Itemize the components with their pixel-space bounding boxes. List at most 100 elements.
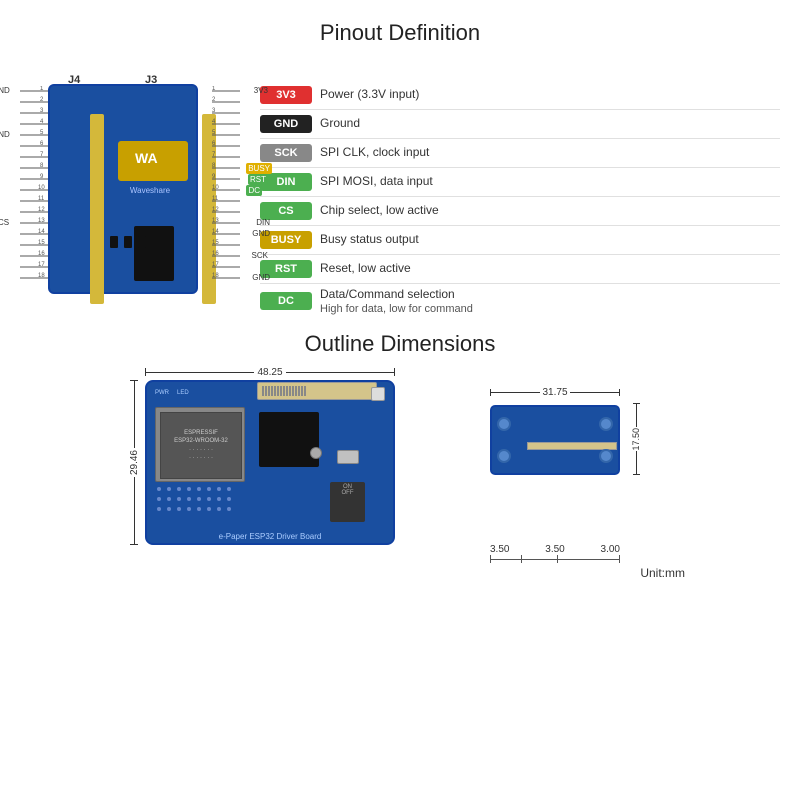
gnd-label-1: GND [0,86,10,95]
esp32-module: ESPRESSIFESP32-WROOM-32· · · · · · ·· · … [155,407,245,482]
right-pin-lines-svg: 1 2 3 4 5 6 7 8 [210,86,240,286]
dim-bottom-lines [490,555,620,563]
outline-title: Outline Dimensions [305,331,496,357]
signal-row-3v3: 3V3 Power (3.3V input) [260,84,780,106]
left-pin-lines-svg: 1 2 3 4 5 6 7 8 [20,86,50,286]
desc-sck: SPI CLK, clock input [320,145,429,161]
outline-section: Outline Dimensions 48.25 29.46 [20,331,780,585]
dim-conn-width: 31.75 [490,387,620,398]
fpc-top-connector [257,382,377,400]
pcb-board-label: e-Paper ESP32 Driver Board [219,532,322,541]
dim-bottom-mid: 3.50 [545,544,564,555]
pwr-label: PWR [155,390,169,396]
signal-row-sck: SCK SPI CLK, clock input [260,142,780,164]
signal-row-gnd: GND Ground [260,113,780,135]
busy-label-right: BUSY [246,163,272,174]
cs-label: CS [0,218,9,227]
mount-hole-bl [497,449,511,463]
left-pins: GND GND CS 1 2 3 4 [20,86,50,291]
left-connector-bar [90,114,104,304]
badge-sck: SCK [260,144,312,162]
dim-bottom-right: 3.00 [601,544,620,555]
svg-text:14: 14 [38,229,45,235]
svg-text:14: 14 [212,229,219,235]
svg-text:18: 18 [38,273,45,279]
svg-text:18: 18 [212,273,219,279]
dim-width-label: 48.25 [254,367,285,378]
din-label-right: DIN [256,218,270,227]
badge-gnd: GND [260,115,312,133]
desc-busy: Busy status output [320,232,419,248]
switch-area: ONOFF [330,482,365,522]
sck-label-right: SCK [252,251,268,260]
led-label: LED [177,390,189,396]
en-button [310,447,322,459]
dim-bottom-row: 3.50 3.50 3.00 [490,544,620,555]
usb-port [337,450,359,464]
ic-main [259,412,319,467]
mount-hole-tr [599,417,613,431]
rst-label-right: RST [248,174,268,185]
mount-hole-br [599,449,613,463]
svg-text:16: 16 [212,251,219,257]
sep6 [260,254,780,255]
dim-height-pcb: 29.46 [127,380,141,545]
board-body: WA Waveshare [48,84,198,294]
board-diagram: J4 J3 WA Waveshare [20,56,240,316]
svg-text:13: 13 [212,218,219,224]
dim-conn-width-label: 31.75 [540,387,569,398]
svg-text:12: 12 [38,207,45,213]
desc-gnd: Ground [320,116,360,132]
outline-diagrams: 48.25 29.46 PWR LED [20,365,780,585]
boot-button [371,387,385,401]
svg-text:16: 16 [38,251,45,257]
svg-text:11: 11 [38,196,45,202]
mount-hole-tl [497,417,511,431]
connector-side-view: 31.75 17.50 [465,385,685,585]
dim-height-label: 29.46 [129,448,140,477]
pinout-title: Pinout Definition [320,20,480,46]
esp-text: ESPRESSIFESP32-WROOM-32· · · · · · ·· · … [174,429,228,463]
sep1 [260,109,780,110]
gnd-label-5: GND [0,130,10,139]
signal-row-busy: BUSY Busy status output [260,229,780,251]
signal-row-cs: CS Chip select, low active [260,200,780,222]
desc-din: SPI MOSI, data input [320,174,433,190]
dim-conn-height-label: 17.50 [631,427,641,452]
desc-3v3: Power (3.3V input) [320,87,419,103]
sep7 [260,283,780,284]
esp32-inner: ESPRESSIFESP32-WROOM-32· · · · · · ·· · … [160,412,242,479]
pinout-section: Pinout Definition J4 J3 WA [20,20,780,326]
header-pins-dots [157,487,235,515]
signal-row-rst: RST Reset, low active [260,258,780,280]
dim-width-pcb: 48.25 [145,365,395,379]
waveshare-text: Waveshare [110,186,190,195]
desc-rst: Reset, low active [320,261,411,277]
dc-label-right: DC [246,185,262,196]
dim-bottom-left: 3.50 [490,544,509,555]
page: Pinout Definition J4 J3 WA [0,0,800,800]
sep4 [260,196,780,197]
svg-text:15: 15 [38,240,45,246]
svg-text:17: 17 [38,262,45,268]
svg-text:10: 10 [38,185,45,191]
svg-text:17: 17 [212,262,219,268]
unit-label: Unit:mm [640,566,685,580]
pinout-area: J4 J3 WA Waveshare [20,56,780,316]
signal-table: 3V3 Power (3.3V input) GND Ground SCK SP… [260,56,780,315]
right-pins: 3V3 BUSY RST DC DIN GND SCK GND 1 2 3 [210,86,240,291]
svg-text:10: 10 [212,185,219,191]
svg-text:13: 13 [38,218,45,224]
pcb-top-view: 48.25 29.46 PWR LED [115,365,425,585]
dim-conn-height: 17.50 [629,403,643,475]
svg-text:15: 15 [212,240,219,246]
sep2 [260,138,780,139]
comp3 [138,236,146,248]
svg-text:WA: WA [135,150,158,166]
desc-dc: Data/Command selection High for data, lo… [320,287,473,315]
svg-text:12: 12 [212,207,219,213]
sep3 [260,167,780,168]
signal-row-din: DIN SPI MOSI, data input [260,171,780,193]
connector-body [490,405,620,475]
pcb-body: PWR LED [145,380,395,545]
